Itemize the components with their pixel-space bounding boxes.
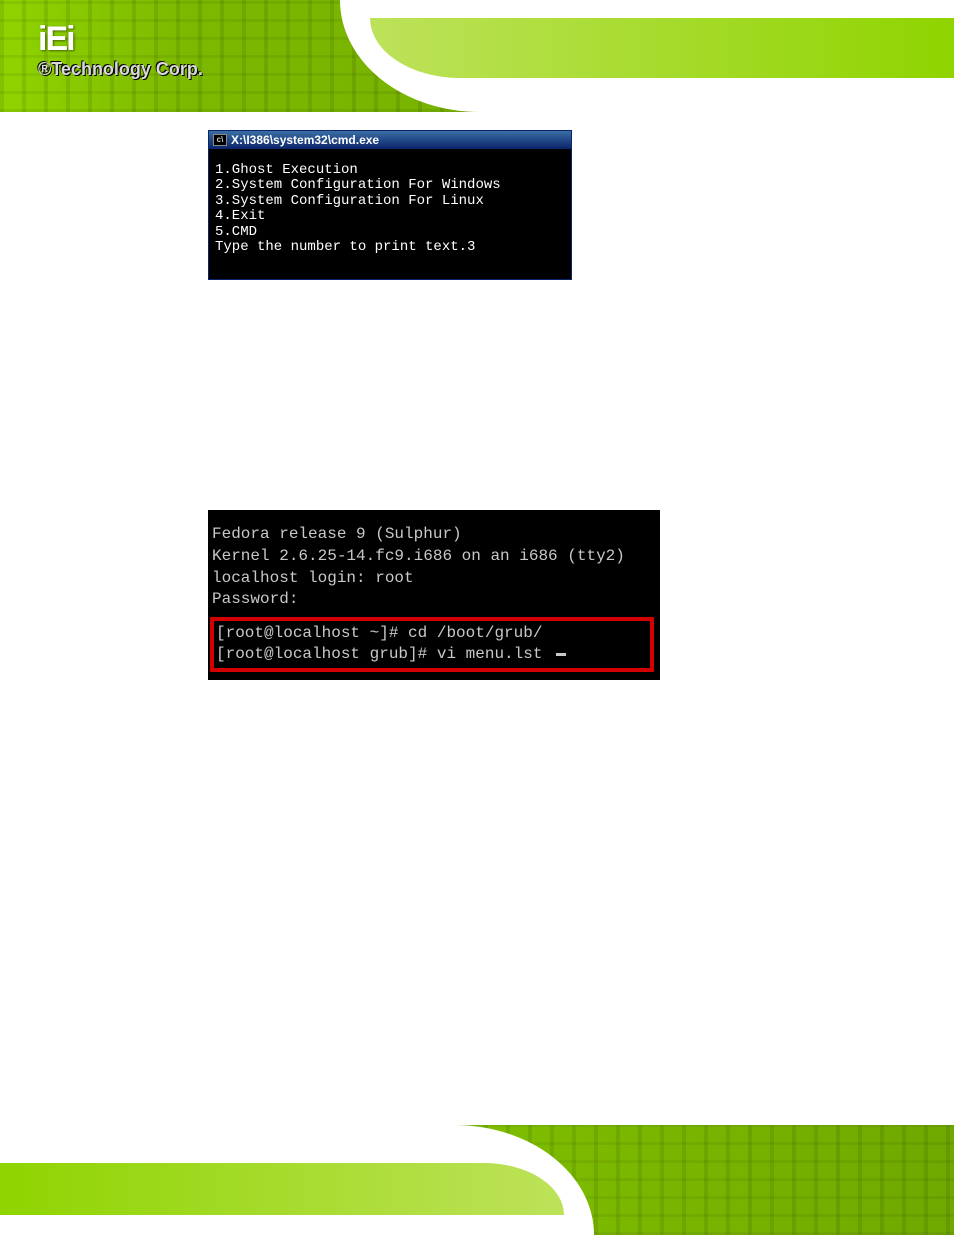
cmd-line: 2.System Configuration For Windows [215,177,501,193]
cmd-icon: c\ [213,134,227,146]
logo-text: iEi [38,20,203,59]
linux-line: Fedora release 9 (Sulphur) [212,524,660,546]
header-banner: iEi ®Technology Corp. [0,0,954,112]
cmd-window: c\ X:\I386\system32\cmd.exe 1.Ghost Exec… [208,130,572,280]
linux-line: Password: [212,589,660,611]
logo-block: iEi ®Technology Corp. [38,20,203,80]
cmd-line: 3.System Configuration For Linux [215,193,484,209]
linux-line: localhost login: root [212,568,660,590]
footer-swoosh [0,1125,594,1235]
cmd-body: 1.Ghost Execution 2.System Configuration… [209,149,571,279]
cmd-titlebar: c\ X:\I386\system32\cmd.exe [209,131,571,149]
cmd-line: Type the number to print text.3 [215,239,475,255]
linux-terminal: Fedora release 9 (Sulphur) Kernel 2.6.25… [208,510,660,680]
header-swoosh [340,0,954,112]
logo-tagline: ®Technology Corp. [38,59,203,80]
cmd-title: X:\I386\system32\cmd.exe [231,133,379,147]
cmd-line: 4.Exit [215,208,265,224]
linux-line: [root@localhost ~]# cd /boot/grub/ [216,623,648,645]
cmd-line: 1.Ghost Execution [215,162,358,178]
linux-highlight-block: [root@localhost ~]# cd /boot/grub/ [root… [210,617,654,672]
linux-plain-block: Fedora release 9 (Sulphur) Kernel 2.6.25… [212,524,660,610]
page-content: c\ X:\I386\system32\cmd.exe 1.Ghost Exec… [0,130,954,700]
linux-line: Kernel 2.6.25-14.fc9.i686 on an i686 (tt… [212,546,660,568]
cursor-icon [556,653,566,656]
cmd-line: 5.CMD [215,224,257,240]
footer-banner [0,1125,954,1235]
linux-line-text: [root@localhost grub]# vi menu.lst [216,645,552,663]
linux-line: [root@localhost grub]# vi menu.lst [216,644,648,666]
